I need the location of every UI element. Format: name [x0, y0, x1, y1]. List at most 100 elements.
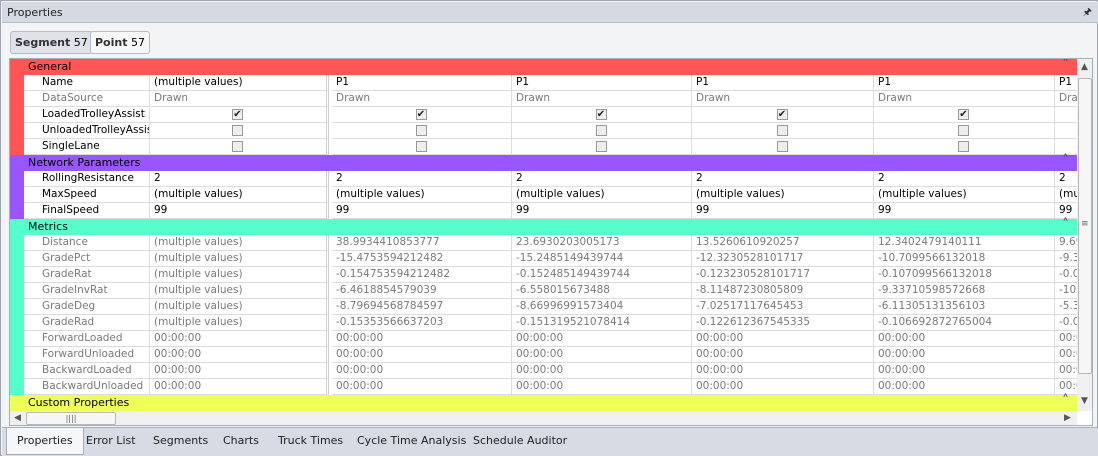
- checked-checkbox[interactable]: ✔: [958, 109, 969, 120]
- property-value-cell[interactable]: (multiple values): [150, 315, 329, 331]
- property-value-cell[interactable]: (multiple values): [150, 299, 329, 315]
- property-value-cell[interactable]: (multiple values): [874, 187, 1055, 203]
- property-value-cell[interactable]: -12.3230528101717: [692, 251, 874, 267]
- property-value-cell[interactable]: [692, 123, 874, 139]
- section-header-general[interactable]: General ˄: [10, 59, 1077, 75]
- property-value-cell[interactable]: 2: [332, 171, 512, 187]
- property-value-cell[interactable]: -6.4618854579039: [332, 283, 512, 299]
- property-value-cell[interactable]: -0.154753594212482: [332, 267, 512, 283]
- property-value-cell[interactable]: 00:00:00: [512, 379, 692, 395]
- property-value-cell[interactable]: -0.123230528101717: [692, 267, 874, 283]
- property-value-cell[interactable]: 00:00:00: [512, 331, 692, 347]
- collapse-chevron-icon[interactable]: ˄: [1062, 217, 1069, 233]
- property-value-cell[interactable]: -8.79694568784597: [332, 299, 512, 315]
- property-value-cell[interactable]: 2: [692, 171, 874, 187]
- property-value-cell[interactable]: (multiple values): [150, 251, 329, 267]
- property-row[interactable]: GradeRat (multiple values) -0.154753594212…: [24, 267, 1077, 283]
- checked-checkbox[interactable]: ✔: [415, 109, 427, 120]
- property-value-cell[interactable]: -6.558015673488: [512, 283, 692, 299]
- property-value-cell[interactable]: 00:00:00: [332, 331, 512, 347]
- property-value-cell[interactable]: ✔: [150, 107, 329, 123]
- vertical-scroll-thumb[interactable]: ≡: [1078, 78, 1092, 374]
- property-value-cell[interactable]: [150, 123, 329, 139]
- property-value-cell[interactable]: 00:00:00: [1055, 363, 1077, 379]
- property-value-cell[interactable]: 00:00:00: [874, 363, 1055, 379]
- property-value-cell[interactable]: 99: [692, 203, 874, 219]
- property-value-cell[interactable]: P1: [1055, 75, 1077, 91]
- property-value-cell[interactable]: -0.106692872765004: [874, 315, 1055, 331]
- property-value-cell[interactable]: 00:00:00: [692, 331, 874, 347]
- property-value-cell[interactable]: 99: [332, 203, 512, 219]
- property-value-cell[interactable]: -8.11487230805809: [692, 283, 874, 299]
- property-value-cell[interactable]: [874, 139, 1055, 155]
- property-value-cell[interactable]: -0.0: [1055, 267, 1077, 283]
- property-row[interactable]: GradeDeg (multiple values) -8.796945687845…: [24, 299, 1077, 315]
- property-row[interactable]: LoadedTrolleyAssist ✔ ✔ ✔ ✔ ✔: [24, 107, 1077, 123]
- property-row[interactable]: RollingResistance 2 2 2 2 2 2: [24, 171, 1077, 187]
- property-value-cell[interactable]: ✔: [874, 107, 1055, 123]
- scroll-down-icon[interactable]: ▼: [1081, 396, 1088, 406]
- property-value-cell[interactable]: P1: [692, 75, 874, 91]
- property-value-cell[interactable]: 13.5260610920257: [692, 235, 874, 251]
- property-value-cell[interactable]: 00:00:00: [874, 347, 1055, 363]
- unchecked-checkbox[interactable]: [415, 141, 427, 152]
- property-value-cell[interactable]: -6.11305131356103: [874, 299, 1055, 315]
- property-row[interactable]: MaxSpeed (multiple values) (multiple value…: [24, 187, 1077, 203]
- unchecked-checkbox[interactable]: [232, 141, 243, 152]
- vertical-scrollbar[interactable]: ▲ ≡ ▼: [1077, 59, 1092, 411]
- property-value-cell[interactable]: [332, 139, 512, 155]
- property-row[interactable]: ForwardLoaded 00:00:00 00:00:00 00:00:00 00:…: [24, 331, 1077, 347]
- property-value-cell[interactable]: [874, 123, 1055, 139]
- property-value-cell[interactable]: -0.0: [1055, 315, 1077, 331]
- collapse-chevron-icon[interactable]: ˄: [1062, 393, 1069, 409]
- property-row[interactable]: ForwardUnloaded 00:00:00 00:00:00 00:00:00 0…: [24, 347, 1077, 363]
- property-value-cell[interactable]: 00:00:00: [512, 363, 692, 379]
- property-value-cell[interactable]: 00:00:00: [332, 347, 512, 363]
- segment-selector-button[interactable]: Segment 57: [10, 31, 93, 54]
- unchecked-checkbox[interactable]: [776, 125, 788, 136]
- property-value-cell[interactable]: ✔: [512, 107, 692, 123]
- property-row[interactable]: BackwardUnloaded 00:00:00 00:00:00 00:00:00…: [24, 379, 1077, 395]
- property-value-cell[interactable]: 99: [512, 203, 692, 219]
- property-row[interactable]: DataSource Drawn Drawn Drawn Drawn Drawn Drawn: [24, 91, 1077, 107]
- property-value-cell[interactable]: (multiple values): [150, 187, 329, 203]
- property-value-cell[interactable]: 00:00:00: [692, 347, 874, 363]
- tab-charts[interactable]: Charts: [213, 428, 269, 455]
- property-value-cell[interactable]: ✔: [692, 107, 874, 123]
- property-value-cell[interactable]: 2: [150, 171, 329, 187]
- property-value-cell[interactable]: -10.7099566132018: [874, 251, 1055, 267]
- scroll-right-icon[interactable]: ▶: [1064, 413, 1071, 423]
- property-row[interactable]: Name (multiple values) P1 P1 P1 P1 P1: [24, 75, 1077, 91]
- checked-checkbox[interactable]: ✔: [595, 109, 607, 120]
- property-value-cell[interactable]: Drawn: [150, 91, 329, 107]
- unchecked-checkbox[interactable]: [958, 125, 969, 136]
- property-value-cell[interactable]: -0.152485149439744: [512, 267, 692, 283]
- property-value-cell[interactable]: 00:00:00: [692, 379, 874, 395]
- property-value-cell[interactable]: 00:00:00: [150, 331, 329, 347]
- pin-icon[interactable]: 🖈︎: [1083, 5, 1092, 22]
- property-value-cell[interactable]: 00:00:00: [874, 379, 1055, 395]
- property-value-cell[interactable]: 38.9934410853777: [332, 235, 512, 251]
- tab-properties[interactable]: Properties: [6, 428, 84, 455]
- property-value-cell[interactable]: 00:00:00: [332, 379, 512, 395]
- scroll-left-icon[interactable]: ◀: [14, 413, 21, 423]
- property-row[interactable]: BackwardLoaded 00:00:00 00:00:00 00:00:00 00…: [24, 363, 1077, 379]
- horizontal-scrollbar[interactable]: ◀ |||| ▶: [10, 411, 1077, 425]
- property-value-cell[interactable]: -0.15353566637203: [332, 315, 512, 331]
- checked-checkbox[interactable]: ✔: [776, 109, 788, 120]
- property-value-cell[interactable]: -9.33710598572668: [874, 283, 1055, 299]
- property-value-cell[interactable]: -0.122612367545335: [692, 315, 874, 331]
- property-value-cell[interactable]: [1055, 123, 1077, 139]
- unchecked-checkbox[interactable]: [415, 125, 427, 136]
- tab-cycle-time-analysis[interactable]: Cycle Time Analysis: [347, 428, 476, 455]
- tab-error-list[interactable]: Error List: [76, 428, 146, 455]
- section-header-metrics[interactable]: Metrics ˄: [10, 217, 1077, 235]
- collapse-chevron-icon[interactable]: ˄: [1062, 153, 1069, 169]
- property-value-cell[interactable]: 2: [1055, 171, 1077, 187]
- property-value-cell[interactable]: -15.2485149439744: [512, 251, 692, 267]
- property-value-cell[interactable]: 23.6930203005173: [512, 235, 692, 251]
- property-row[interactable]: GradeInvRat (multiple values) -6.461885457…: [24, 283, 1077, 299]
- scroll-up-icon[interactable]: ▲: [1081, 62, 1088, 72]
- property-value-cell[interactable]: 00:00:00: [692, 363, 874, 379]
- property-value-cell[interactable]: Drawn: [332, 91, 512, 107]
